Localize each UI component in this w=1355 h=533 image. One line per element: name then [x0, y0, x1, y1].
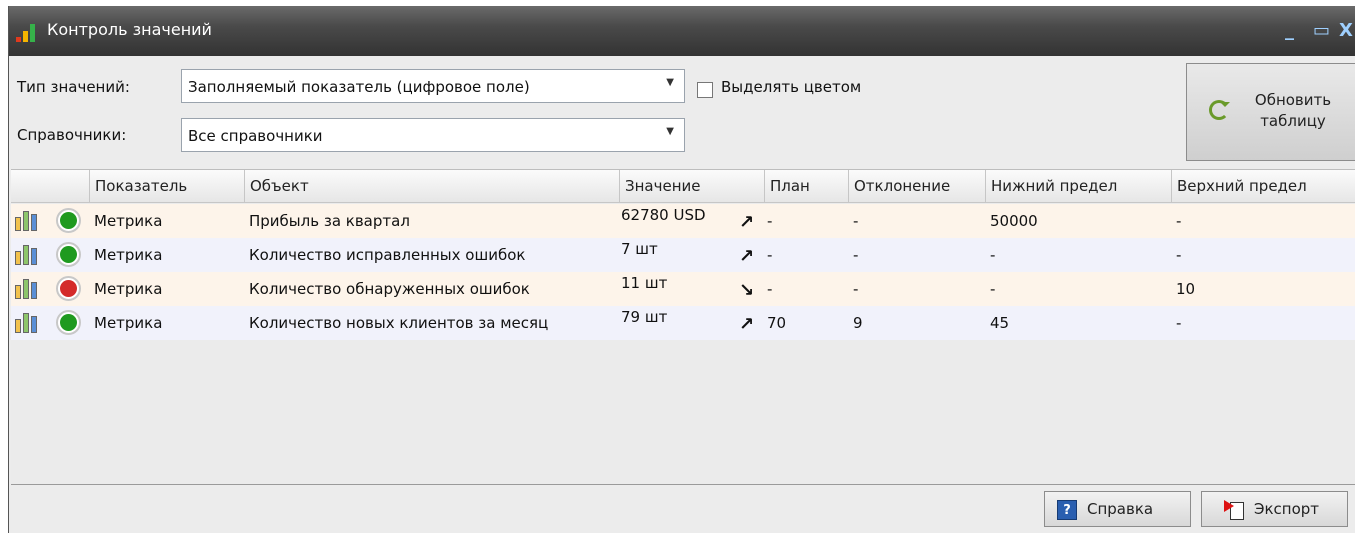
cell-deviation: - — [853, 246, 859, 264]
window-title: Контроль значений — [47, 20, 212, 39]
cell-indicator: Метрика — [94, 314, 163, 332]
value-type-label: Тип значений: — [17, 78, 130, 96]
cell-object: Количество новых клиентов за месяц — [249, 314, 549, 332]
highlight-color-checkbox[interactable] — [697, 82, 713, 98]
column-header-indicator[interactable]: Показатель — [89, 170, 244, 203]
export-label: Экспорт — [1254, 500, 1320, 518]
status-indicator-icon — [56, 310, 81, 335]
cell-value: 79 шт — [621, 308, 668, 326]
refresh-label-line2: таблицу — [1260, 112, 1326, 130]
status-indicator-icon — [56, 208, 81, 233]
cell-value: 11 шт — [621, 274, 668, 292]
cell-value: 62780 USD — [621, 206, 706, 224]
cell-plan: - — [767, 246, 773, 264]
column-header-upper-limit[interactable]: Верхний предел — [1171, 170, 1355, 203]
highlight-color-label[interactable]: Выделять цветом — [721, 78, 861, 96]
column-header-deviation[interactable]: Отклонение — [848, 170, 985, 203]
column-header-plan[interactable]: План — [764, 170, 848, 203]
table-row[interactable]: Метрика Количество новых клиентов за мес… — [11, 306, 1355, 340]
export-button[interactable]: Экспорт — [1201, 491, 1348, 527]
refresh-icon — [1209, 100, 1230, 120]
help-label: Справка — [1087, 500, 1154, 518]
minimize-button[interactable]: _ — [1285, 20, 1294, 41]
chevron-down-icon: ▼ — [666, 77, 674, 88]
title-bar[interactable]: Контроль значений _ ▭ X — [9, 6, 1355, 56]
table-row[interactable]: Метрика Количество исправленных ошибок 7… — [11, 238, 1355, 272]
cell-lower-limit: 50000 — [990, 212, 1038, 230]
cell-lower-limit: - — [990, 246, 996, 264]
cell-deviation: - — [853, 212, 859, 230]
column-header-object[interactable]: Объект — [244, 170, 619, 203]
value-control-window: Контроль значений _ ▭ X Тип значений: За… — [8, 6, 1355, 533]
status-indicator-icon — [56, 276, 81, 301]
cell-deviation: - — [853, 280, 859, 298]
trend-up-icon: ↗ — [739, 246, 755, 267]
table-header: Показатель Объект Значение План Отклонен… — [11, 170, 1355, 203]
cell-plan: - — [767, 212, 773, 230]
column-header-value[interactable]: Значение — [619, 170, 764, 203]
cell-deviation: 9 — [853, 314, 863, 332]
cell-indicator: Метрика — [94, 212, 163, 230]
cell-indicator: Метрика — [94, 246, 163, 264]
cell-upper-limit: - — [1176, 314, 1182, 332]
cell-upper-limit: - — [1176, 212, 1182, 230]
references-select[interactable]: Все справочники ▼ — [181, 118, 685, 152]
export-icon — [1224, 498, 1246, 522]
trend-up-icon: ↗ — [739, 314, 755, 335]
table-row[interactable]: Метрика Количество обнаруженных ошибок 1… — [11, 272, 1355, 306]
cell-plan: 70 — [767, 314, 787, 332]
refresh-label-line1: Обновить — [1254, 91, 1332, 109]
table-row[interactable]: Метрика Прибыль за квартал 62780 USD ↗ -… — [11, 204, 1355, 238]
cell-indicator: Метрика — [94, 280, 163, 298]
cell-value: 7 шт — [621, 240, 658, 258]
metric-chart-icon — [15, 311, 39, 333]
value-type-select[interactable]: Заполняемый показатель (цифровое поле) ▼ — [181, 69, 685, 103]
trend-down-icon: ↘ — [739, 280, 755, 301]
references-label: Справочники: — [17, 126, 127, 144]
trend-up-icon: ↗ — [739, 212, 755, 233]
cell-plan: - — [767, 280, 773, 298]
value-type-selected: Заполняемый показатель (цифровое поле) — [188, 78, 530, 96]
values-table[interactable]: Показатель Объект Значение План Отклонен… — [11, 169, 1355, 485]
bar-chart-icon — [15, 20, 39, 42]
metric-chart-icon — [15, 209, 39, 231]
help-button[interactable]: ? Справка — [1044, 491, 1191, 527]
chevron-down-icon: ▼ — [666, 126, 674, 137]
cell-upper-limit: - — [1176, 246, 1182, 264]
references-selected: Все справочники — [188, 127, 323, 145]
status-indicator-icon — [56, 242, 81, 267]
close-button[interactable]: X — [1339, 20, 1353, 41]
refresh-table-button[interactable]: Обновить таблицу — [1186, 63, 1355, 161]
maximize-button[interactable]: ▭ — [1313, 20, 1330, 41]
cell-lower-limit: - — [990, 280, 996, 298]
cell-lower-limit: 45 — [990, 314, 1010, 332]
cell-object: Количество исправленных ошибок — [249, 246, 526, 264]
metric-chart-icon — [15, 277, 39, 299]
cell-upper-limit: 10 — [1176, 280, 1196, 298]
help-icon: ? — [1057, 500, 1077, 520]
cell-object: Количество обнаруженных ошибок — [249, 280, 530, 298]
cell-object: Прибыль за квартал — [249, 212, 410, 230]
metric-chart-icon — [15, 243, 39, 265]
column-header-lower-limit[interactable]: Нижний предел — [985, 170, 1171, 203]
